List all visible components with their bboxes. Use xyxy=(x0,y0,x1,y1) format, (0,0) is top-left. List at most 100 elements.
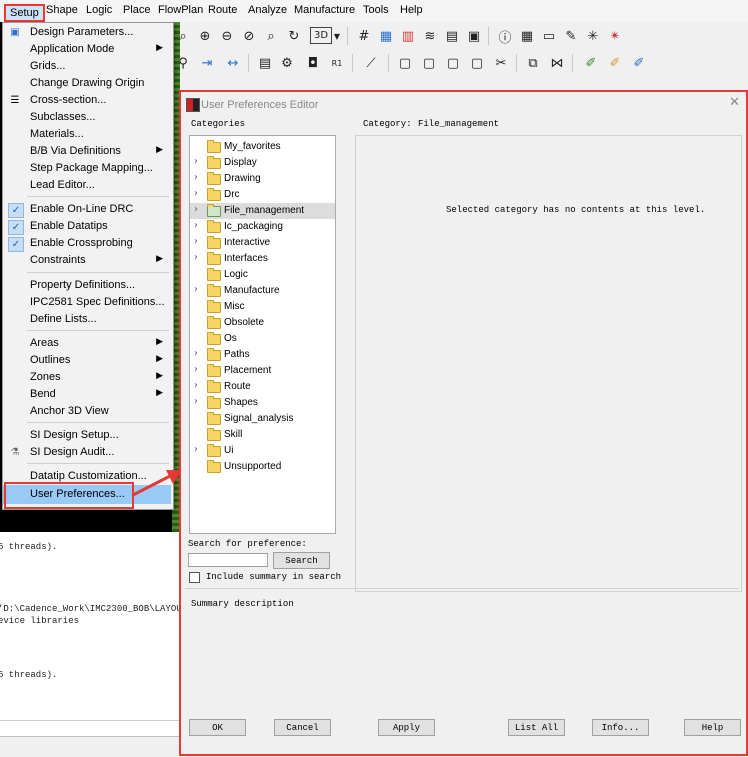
note-check-icon[interactable]: ▢ xyxy=(444,54,462,72)
expand-chevron-icon[interactable]: › xyxy=(194,396,198,407)
layers-icon[interactable]: ▥ xyxy=(399,27,417,45)
menu-analyze[interactable]: Analyze xyxy=(248,4,287,16)
menu-item-subclasses[interactable]: Subclasses... xyxy=(3,109,171,126)
menu-item-step-package-mapping[interactable]: Step Package Mapping... xyxy=(3,160,171,177)
info-button[interactable]: Info... xyxy=(592,719,649,736)
menu-shape[interactable]: Shape xyxy=(46,4,78,16)
tree-item-ui[interactable]: › Ui xyxy=(190,443,335,459)
menu-item-zones[interactable]: Zones ▶ xyxy=(3,369,171,386)
refdes-icon[interactable]: R1 xyxy=(328,54,346,72)
note-delete-icon[interactable]: ✂ xyxy=(492,54,510,72)
expand-chevron-icon[interactable]: › xyxy=(194,364,198,375)
net-delete-icon[interactable]: ✐ xyxy=(630,54,648,72)
notes-icon[interactable]: ▢ xyxy=(420,54,438,72)
menu-item-grids[interactable]: Grids... xyxy=(3,58,171,75)
menu-manufacture[interactable]: Manufacture xyxy=(294,4,355,16)
list-all-button[interactable]: List All xyxy=(508,719,565,736)
tree-item-os[interactable]: Os xyxy=(190,331,335,347)
menu-item-design-parameters[interactable]: ▣ Design Parameters... xyxy=(3,24,171,41)
menu-help[interactable]: Help xyxy=(400,4,423,16)
report-icon[interactable]: ▤ xyxy=(256,54,274,72)
tree-item-paths[interactable]: › Paths xyxy=(190,347,335,363)
net-add-icon[interactable]: ✐ xyxy=(582,54,600,72)
route-icon[interactable]: ⟋ xyxy=(362,54,380,72)
menu-item-enable-online-drc[interactable]: ✓ Enable On-Line DRC xyxy=(3,201,171,218)
help-button[interactable]: Help xyxy=(684,719,741,736)
brush-icon[interactable]: ✎ xyxy=(562,27,580,45)
note-edit-icon[interactable]: ▢ xyxy=(468,54,486,72)
zoom-world-icon[interactable]: ⊘ xyxy=(240,27,258,45)
include-summary-checkbox[interactable] xyxy=(189,572,200,583)
expand-chevron-icon[interactable]: › xyxy=(194,444,198,455)
expand-chevron-icon[interactable]: › xyxy=(194,172,198,183)
table-icon[interactable]: ▣ xyxy=(465,27,483,45)
dehighlight-icon[interactable]: ✴ xyxy=(606,27,624,45)
copy-icon[interactable]: ⧉ xyxy=(524,54,542,72)
zoom-in-icon[interactable]: ⊕ xyxy=(196,27,214,45)
menu-item-bb-via-definitions[interactable]: B/B Via Definitions ▶ xyxy=(3,143,171,160)
menu-item-lead-editor[interactable]: Lead Editor... xyxy=(3,177,171,194)
menu-item-areas[interactable]: Areas ▶ xyxy=(3,335,171,352)
menu-item-change-drawing-origin[interactable]: Change Drawing Origin xyxy=(3,75,171,92)
tree-item-ic-packaging[interactable]: › Ic_packaging xyxy=(190,219,335,235)
padstack-icon[interactable]: ⚙ xyxy=(278,54,296,72)
expand-chevron-icon[interactable]: › xyxy=(194,252,198,263)
menu-item-enable-crossprobing[interactable]: ✓ Enable Crossprobing xyxy=(3,235,171,252)
menu-item-outlines[interactable]: Outlines ▶ xyxy=(3,352,171,369)
dimension-icon[interactable]: ↔ xyxy=(224,54,242,72)
3d-view-icon[interactable]: 3D xyxy=(310,27,332,44)
camera-icon[interactable]: ◘ xyxy=(304,54,322,72)
menu-item-define-lists[interactable]: Define Lists... xyxy=(3,311,171,328)
ok-button[interactable]: OK xyxy=(189,719,246,736)
apply-button[interactable]: Apply xyxy=(378,719,435,736)
expand-chevron-icon[interactable]: › xyxy=(194,236,198,247)
expand-chevron-icon[interactable]: › xyxy=(194,380,198,391)
menu-item-property-definitions[interactable]: Property Definitions... xyxy=(3,277,171,294)
menu-logic[interactable]: Logic xyxy=(86,4,112,16)
tree-item-logic[interactable]: Logic xyxy=(190,267,335,283)
command-input[interactable] xyxy=(0,736,180,757)
menu-place[interactable]: Place xyxy=(123,4,151,16)
dropdown-icon[interactable]: ▼ xyxy=(332,27,342,45)
stackup-icon[interactable]: ≋ xyxy=(421,27,439,45)
tree-item-interfaces[interactable]: › Interfaces xyxy=(190,251,335,267)
expand-chevron-icon[interactable]: › xyxy=(194,188,198,199)
tree-item-shapes[interactable]: › Shapes xyxy=(190,395,335,411)
zoom-previous-icon[interactable]: ⌕ xyxy=(262,27,280,45)
redraw-icon[interactable]: ↻ xyxy=(285,27,303,45)
tree-item-file-management[interactable]: › File_management xyxy=(190,203,335,219)
menu-item-materials[interactable]: Materials... xyxy=(3,126,171,143)
command-console[interactable]: 6 threads). 'D:\Cadence_Work\IMC2300_BOB… xyxy=(0,532,203,757)
menu-item-application-mode[interactable]: Application Mode ▶ xyxy=(3,41,171,58)
menu-item-si-design-audit[interactable]: ⚗ SI Design Audit... xyxy=(3,444,171,461)
menu-route[interactable]: Route xyxy=(208,4,237,16)
expand-chevron-icon[interactable]: › xyxy=(194,156,198,167)
move-icon[interactable]: ⇥ xyxy=(198,54,216,72)
menu-item-enable-datatips[interactable]: ✓ Enable Datatips xyxy=(3,218,171,235)
tree-item-skill[interactable]: Skill xyxy=(190,427,335,443)
cancel-button[interactable]: Cancel xyxy=(274,719,331,736)
tree-item-route[interactable]: › Route xyxy=(190,379,335,395)
search-button[interactable]: Search xyxy=(273,552,330,569)
tree-item-interactive[interactable]: › Interactive xyxy=(190,235,335,251)
tree-item-placement[interactable]: › Placement xyxy=(190,363,335,379)
menu-item-cross-section[interactable]: ☰ Cross-section... xyxy=(3,92,171,109)
report-table-icon[interactable]: ▦ xyxy=(518,27,536,45)
search-input[interactable] xyxy=(188,553,268,567)
unrats-icon[interactable]: ▤ xyxy=(443,27,461,45)
tree-item-signal-analysis[interactable]: Signal_analysis xyxy=(190,411,335,427)
menu-setup[interactable]: Setup xyxy=(4,4,45,22)
tree-item-display[interactable]: › Display xyxy=(190,155,335,171)
close-icon[interactable]: ✕ xyxy=(729,95,740,110)
menu-item-bend[interactable]: Bend ▶ xyxy=(3,386,171,403)
tree-item-drc[interactable]: › Drc xyxy=(190,187,335,203)
mirror-icon[interactable]: ⋈ xyxy=(548,54,566,72)
menu-item-ipc2581-spec-definitions[interactable]: IPC2581 Spec Definitions... xyxy=(3,294,171,311)
menu-item-anchor-3d-view[interactable]: Anchor 3D View xyxy=(3,403,171,420)
menu-flowplan[interactable]: FlowPlan xyxy=(158,4,203,16)
tree-item-manufacture[interactable]: › Manufacture xyxy=(190,283,335,299)
tree-item-misc[interactable]: Misc xyxy=(190,299,335,315)
tree-item-unsupported[interactable]: Unsupported xyxy=(190,459,335,475)
grid-icon[interactable]: # xyxy=(355,27,373,45)
net-edit-icon[interactable]: ✐ xyxy=(606,54,624,72)
